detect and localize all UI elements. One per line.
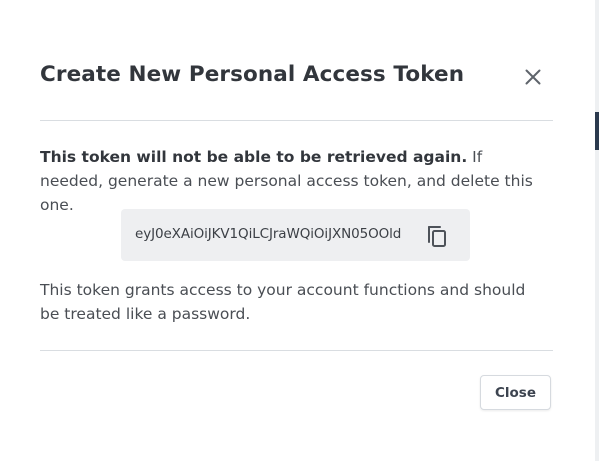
token-value[interactable]: eyJ0eXAiOiJKV1QiLCJraWQiOiJXN05OOld bbox=[135, 226, 401, 242]
scrollbar-track[interactable] bbox=[595, 0, 599, 461]
token-display: eyJ0eXAiOiJKV1QiLCJraWQiOiJXN05OOld bbox=[121, 209, 470, 261]
copy-icon[interactable] bbox=[424, 222, 450, 248]
retrieval-warning-bold: This token will not be able to be retrie… bbox=[40, 148, 468, 166]
close-button[interactable]: Close bbox=[480, 375, 551, 410]
background-page-fragment bbox=[595, 112, 599, 150]
personal-access-token-dialog: Create New Personal Access Token This to… bbox=[0, 0, 594, 461]
dialog-header: Create New Personal Access Token bbox=[40, 58, 553, 98]
dialog-title: Create New Personal Access Token bbox=[40, 62, 465, 87]
header-divider bbox=[40, 120, 553, 121]
footer-divider bbox=[40, 350, 553, 351]
close-icon[interactable] bbox=[521, 65, 545, 89]
retrieval-warning: This token will not be able to be retrie… bbox=[40, 145, 540, 217]
token-usage-note: This token grants access to your account… bbox=[40, 281, 526, 323]
